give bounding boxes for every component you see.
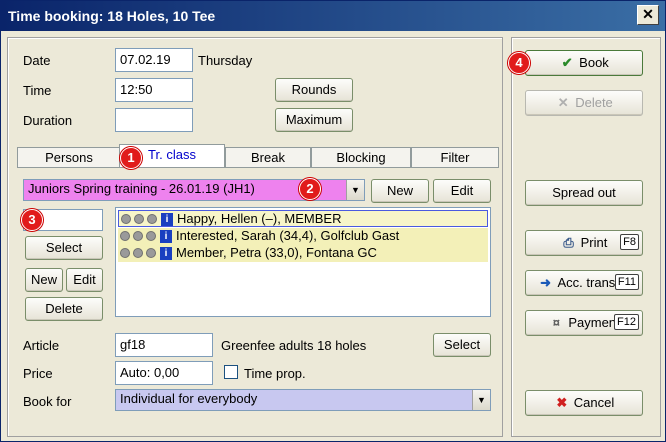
cancel-icon: ✖ [556, 395, 568, 410]
time-prop-checkbox[interactable] [224, 365, 238, 379]
book-button[interactable]: ✔ Book [525, 50, 643, 76]
status-icon [120, 231, 130, 241]
person-delete-button[interactable]: Delete [25, 297, 103, 321]
close-button[interactable]: ✕ [637, 5, 659, 25]
status-icon [146, 248, 156, 258]
article-description: Greenfee adults 18 holes [221, 338, 367, 353]
book-for-label: Book for [23, 394, 72, 409]
price-field[interactable]: Auto: 0,00 [115, 361, 213, 385]
person-new-button[interactable]: New [25, 268, 63, 292]
cancel-button[interactable]: ✖ Cancel [525, 390, 643, 416]
maximum-button[interactable]: Maximum [275, 108, 353, 132]
status-icon [147, 214, 157, 224]
person-icon: i [160, 230, 172, 243]
tab-persons[interactable]: Persons [17, 147, 121, 167]
status-icon [120, 248, 130, 258]
date-field[interactable]: 07.02.19 [115, 48, 193, 72]
weekday-text: Thursday [198, 53, 253, 68]
title-bar: Time booking: 18 Holes, 10 Tee ✕ [1, 1, 665, 31]
time-field[interactable]: 12:50 [115, 78, 193, 102]
money-icon: ¤ [552, 315, 560, 330]
list-item[interactable]: i Happy, Hellen (–), MEMBER [118, 210, 488, 227]
article-field[interactable]: gf18 [115, 333, 213, 357]
acc-transfer-button[interactable]: ➜ Acc. transfer F11 [525, 270, 643, 296]
time-prop-label: Time prop. [244, 366, 306, 381]
rounds-button[interactable]: Rounds [275, 78, 353, 102]
chevron-down-icon: ▼ [472, 390, 490, 410]
checkmark-icon: ✔ [561, 55, 573, 70]
time-label: Time [23, 83, 52, 98]
class-new-button[interactable]: New [371, 179, 429, 203]
shortcut-key: F8 [620, 234, 639, 250]
window-title: Time booking: 18 Holes, 10 Tee [8, 8, 216, 24]
tab-content-border [17, 167, 499, 168]
person-icon: i [160, 247, 172, 260]
print-button[interactable]: ⎙ Print F8 [525, 230, 643, 256]
article-select-button[interactable]: Select [433, 333, 491, 357]
list-item[interactable]: i Member, Petra (33,0), Fontana GC [118, 245, 488, 262]
book-for-select[interactable]: Individual for everybody ▼ [115, 389, 491, 411]
cross-icon: ✕ [557, 95, 569, 110]
close-icon: ✕ [642, 6, 654, 22]
status-icon [133, 231, 143, 241]
tab-break[interactable]: Break [225, 147, 311, 167]
class-edit-button[interactable]: Edit [433, 179, 491, 203]
shortcut-key: F12 [614, 314, 639, 330]
printer-icon: ⎙ [563, 235, 574, 250]
date-label: Date [23, 53, 51, 68]
spread-out-button[interactable]: Spread out [525, 180, 643, 206]
shortcut-key: F11 [614, 274, 639, 290]
duration-field[interactable] [115, 108, 193, 132]
person-edit-button[interactable]: Edit [66, 268, 103, 292]
delete-button[interactable]: ✕ Delete [525, 90, 643, 116]
article-label: Article [23, 338, 60, 353]
annotation-badge-1: 1 [120, 147, 142, 169]
status-icon [146, 231, 156, 241]
price-label: Price [23, 366, 53, 381]
payment-button[interactable]: ¤ Payment F12 [525, 310, 643, 336]
participants-list[interactable]: i Happy, Hellen (–), MEMBER i Interested… [115, 207, 491, 317]
status-icon [134, 214, 144, 224]
tab-blocking[interactable]: Blocking [311, 147, 411, 167]
status-icon [121, 214, 131, 224]
annotation-badge-4: 4 [508, 52, 530, 74]
person-select-button[interactable]: Select [25, 236, 103, 260]
chevron-down-icon: ▼ [346, 180, 364, 200]
status-icon [133, 248, 143, 258]
list-item[interactable]: i Interested, Sarah (34,4), Golfclub Gas… [118, 228, 488, 245]
annotation-badge-2: 2 [299, 178, 321, 200]
person-icon: i [161, 213, 173, 226]
tab-filter[interactable]: Filter [411, 147, 499, 167]
duration-label: Duration [23, 113, 73, 128]
annotation-badge-3: 3 [21, 209, 43, 231]
arrow-right-icon: ➜ [540, 275, 551, 290]
time-booking-window: Time booking: 18 Holes, 10 Tee ✕ Date 07… [0, 0, 666, 442]
